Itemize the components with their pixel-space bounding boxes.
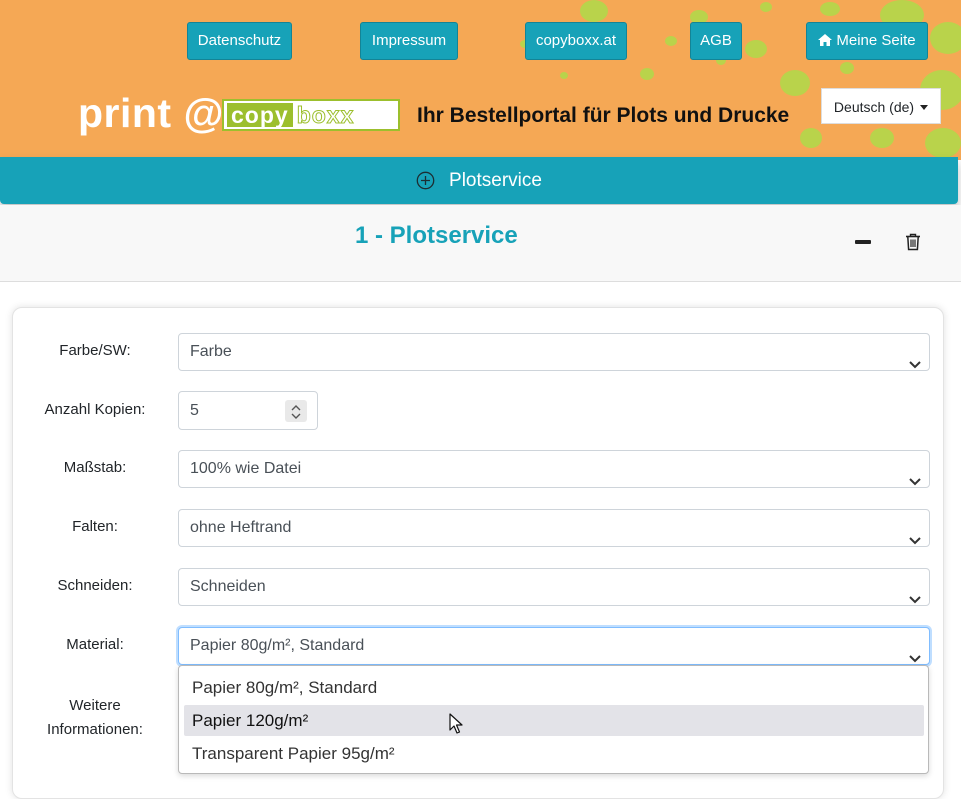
plotservice-bar-label: Plotservice bbox=[449, 169, 542, 191]
info-label: Weitere Informationen: bbox=[20, 694, 170, 742]
collapse-button[interactable] bbox=[855, 240, 871, 244]
decor-dot bbox=[560, 72, 568, 79]
decor-dot bbox=[930, 22, 961, 54]
material-label: Material: bbox=[66, 636, 124, 653]
caret-down-icon bbox=[920, 105, 929, 110]
chevron-down-icon bbox=[909, 523, 921, 559]
chevron-down-icon bbox=[909, 464, 921, 500]
mouse-pointer-icon bbox=[449, 713, 463, 740]
chevron-down-icon bbox=[909, 347, 921, 383]
material-option[interactable]: Papier 120g/m² bbox=[184, 705, 924, 736]
decor-dot bbox=[665, 36, 677, 46]
datenschutz-link[interactable]: Datenschutz bbox=[187, 22, 292, 60]
decor-dot bbox=[745, 40, 767, 58]
stepper-icon[interactable] bbox=[285, 400, 307, 422]
cut-label: Schneiden: bbox=[57, 577, 133, 594]
color-label: Farbe/SW: bbox=[59, 342, 131, 359]
chevron-down-icon bbox=[909, 582, 921, 618]
home-icon bbox=[818, 24, 833, 60]
copyboxx-logo: copy boxx bbox=[222, 99, 400, 131]
logo-part-1: copy bbox=[227, 103, 293, 127]
scale-label: Maßstab: bbox=[63, 459, 127, 476]
cut-select-value: Schneiden bbox=[190, 578, 266, 595]
home-label: Meine Seite bbox=[836, 32, 916, 49]
agb-link[interactable]: AGB bbox=[690, 22, 742, 60]
decor-dot bbox=[820, 2, 840, 16]
home-button[interactable]: Meine Seite bbox=[806, 22, 928, 60]
brand-prefix: print @ bbox=[78, 90, 224, 136]
decor-dot bbox=[800, 128, 822, 148]
fold-select-value: ohne Heftrand bbox=[190, 519, 292, 536]
decor-dot bbox=[780, 70, 810, 96]
cut-select[interactable]: Schneiden bbox=[178, 568, 930, 606]
decor-dot bbox=[840, 62, 854, 74]
plus-circle-icon bbox=[416, 171, 435, 190]
language-dropdown[interactable]: Deutsch (de) bbox=[821, 88, 941, 124]
info-label-line-1: Weitere bbox=[69, 697, 121, 714]
material-option[interactable]: Transparent Papier 95g/m² bbox=[184, 738, 924, 769]
copies-input[interactable]: 5 bbox=[178, 391, 318, 430]
decor-dot bbox=[925, 128, 961, 158]
scale-select-value: 100% wie Datei bbox=[190, 460, 302, 477]
material-option[interactable]: Papier 80g/m², Standard bbox=[184, 672, 924, 703]
info-label-line-2: Informationen: bbox=[47, 721, 143, 738]
tagline: Ihr Bestellportal für Plots und Drucke bbox=[417, 104, 790, 127]
copies-label: Anzahl Kopien: bbox=[44, 401, 146, 418]
trash-icon[interactable] bbox=[905, 233, 921, 256]
impressum-link[interactable]: Impressum bbox=[360, 22, 458, 60]
color-select-value: Farbe bbox=[190, 343, 232, 360]
language-label: Deutsch (de) bbox=[833, 99, 915, 115]
fold-label: Falten: bbox=[72, 518, 118, 535]
color-select[interactable]: Farbe bbox=[178, 333, 930, 371]
decor-dot bbox=[870, 128, 894, 148]
item-title: 1 - Plotservice bbox=[355, 222, 518, 249]
logo-part-2: boxx bbox=[296, 101, 355, 128]
material-options-list: Papier 80g/m², Standard Papier 120g/m² T… bbox=[178, 665, 929, 774]
fold-select[interactable]: ohne Heftrand bbox=[178, 509, 930, 547]
header-banner: Datenschutz Impressum copyboxx.at AGB Me… bbox=[0, 0, 961, 160]
material-select-value: Papier 80g/m², Standard bbox=[190, 637, 365, 654]
copyboxx-link[interactable]: copyboxx.at bbox=[525, 22, 627, 60]
plotservice-bar[interactable]: Plotservice bbox=[0, 157, 958, 204]
decor-dot bbox=[580, 0, 608, 22]
material-select[interactable]: Papier 80g/m², Standard bbox=[178, 627, 930, 665]
decor-dot bbox=[640, 68, 654, 80]
copies-value: 5 bbox=[190, 402, 199, 419]
decor-dot bbox=[760, 2, 772, 12]
scale-select[interactable]: 100% wie Datei bbox=[178, 450, 930, 488]
